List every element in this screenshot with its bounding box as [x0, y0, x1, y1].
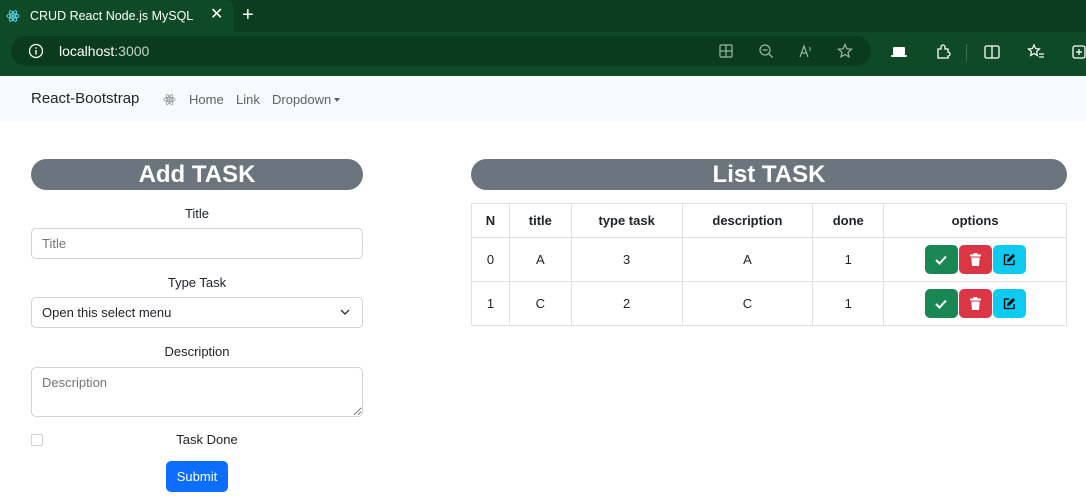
edit-icon — [1003, 254, 1015, 266]
column-header-title: title — [508, 203, 572, 238]
submit-button[interactable]: Submit — [166, 461, 228, 492]
column-header-options: options — [883, 203, 1067, 238]
type-task-selected: Open this select menu — [42, 305, 172, 320]
nav-link-link[interactable]: Link — [236, 92, 260, 107]
trash-icon — [969, 253, 981, 266]
column-header-n: N — [471, 203, 510, 238]
cell-description: C — [681, 281, 814, 326]
cell-options — [883, 281, 1067, 326]
cell-title: A — [508, 237, 572, 282]
browser-toolbar: localhost:3000 — [0, 32, 1086, 76]
device-icon[interactable] — [890, 43, 908, 61]
cell-done: 1 — [812, 237, 885, 282]
caret-down-icon — [334, 98, 341, 102]
info-icon[interactable] — [28, 43, 44, 59]
list-task-heading: List TASK — [471, 159, 1067, 190]
add-task-heading: Add TASK — [31, 159, 363, 190]
edit-icon — [1003, 298, 1015, 310]
task-table: N title type task description done optio… — [471, 203, 1067, 326]
url-port: :3000 — [114, 43, 150, 59]
task-done-label: Task Done — [176, 432, 238, 447]
delete-button[interactable] — [958, 289, 992, 318]
mark-done-button[interactable] — [924, 245, 958, 274]
type-task-label: Type Task — [167, 275, 227, 290]
favorites-icon[interactable] — [1027, 43, 1045, 61]
toolbar-divider — [966, 44, 967, 62]
edit-button[interactable] — [992, 245, 1026, 274]
nav-dropdown[interactable]: Dropdown — [272, 92, 341, 107]
navbar-brand[interactable]: React-Bootstrap — [31, 90, 139, 107]
cell-n: 0 — [471, 237, 510, 282]
description-textarea[interactable] — [31, 367, 363, 417]
app-available-icon[interactable] — [718, 43, 734, 59]
column-header-description: description — [681, 203, 814, 238]
react-favicon-icon — [6, 10, 20, 22]
mark-done-button[interactable] — [924, 289, 958, 318]
check-icon — [935, 255, 947, 265]
table-row: 0 A 3 A 1 — [471, 237, 1067, 282]
cell-description: A — [681, 237, 814, 282]
url-host: localhost — [59, 43, 115, 59]
check-icon — [935, 299, 947, 309]
tab-title: CRUD React Node.js MySQL — [30, 9, 194, 23]
cell-done: 1 — [812, 281, 885, 326]
browser-tab-strip: CRUD React Node.js MySQL ✕ + — [0, 0, 1086, 32]
column-header-done: done — [812, 203, 885, 238]
chevron-down-icon — [340, 309, 350, 315]
cell-options — [883, 237, 1067, 282]
nav-dropdown-label: Dropdown — [272, 92, 332, 107]
browser-tab[interactable]: CRUD React Node.js MySQL ✕ — [0, 0, 234, 32]
new-tab-icon[interactable]: + — [242, 5, 254, 25]
close-tab-icon[interactable]: ✕ — [210, 7, 223, 23]
split-screen-icon[interactable] — [983, 43, 1001, 61]
type-task-select[interactable]: Open this select menu — [31, 297, 363, 328]
cell-type-task: 2 — [570, 281, 683, 326]
cell-title: C — [508, 281, 572, 326]
address-bar[interactable]: localhost:3000 — [11, 36, 871, 66]
delete-button[interactable] — [958, 245, 992, 274]
nav-link-home[interactable]: Home — [189, 92, 224, 107]
table-row: 1 C 2 C 1 — [471, 281, 1067, 326]
url-text[interactable]: localhost:3000 — [59, 43, 149, 59]
title-label: Title — [184, 206, 210, 221]
collections-icon[interactable] — [1070, 43, 1086, 61]
column-header-type-task: type task — [570, 203, 683, 238]
cell-type-task: 3 — [570, 237, 683, 282]
edit-button[interactable] — [992, 289, 1026, 318]
extensions-icon[interactable] — [934, 43, 952, 61]
zoom-out-icon[interactable] — [758, 43, 774, 59]
description-label: Description — [164, 344, 230, 359]
trash-icon — [969, 297, 981, 310]
app-navbar: React-Bootstrap Home Link Dropdown — [0, 76, 1086, 121]
table-header-row: N title type task description done optio… — [471, 203, 1067, 238]
favorite-star-icon[interactable] — [837, 43, 853, 59]
read-aloud-icon[interactable] — [798, 43, 814, 59]
react-logo-icon — [163, 94, 176, 105]
cell-n: 1 — [471, 281, 510, 326]
title-input[interactable] — [31, 228, 363, 259]
